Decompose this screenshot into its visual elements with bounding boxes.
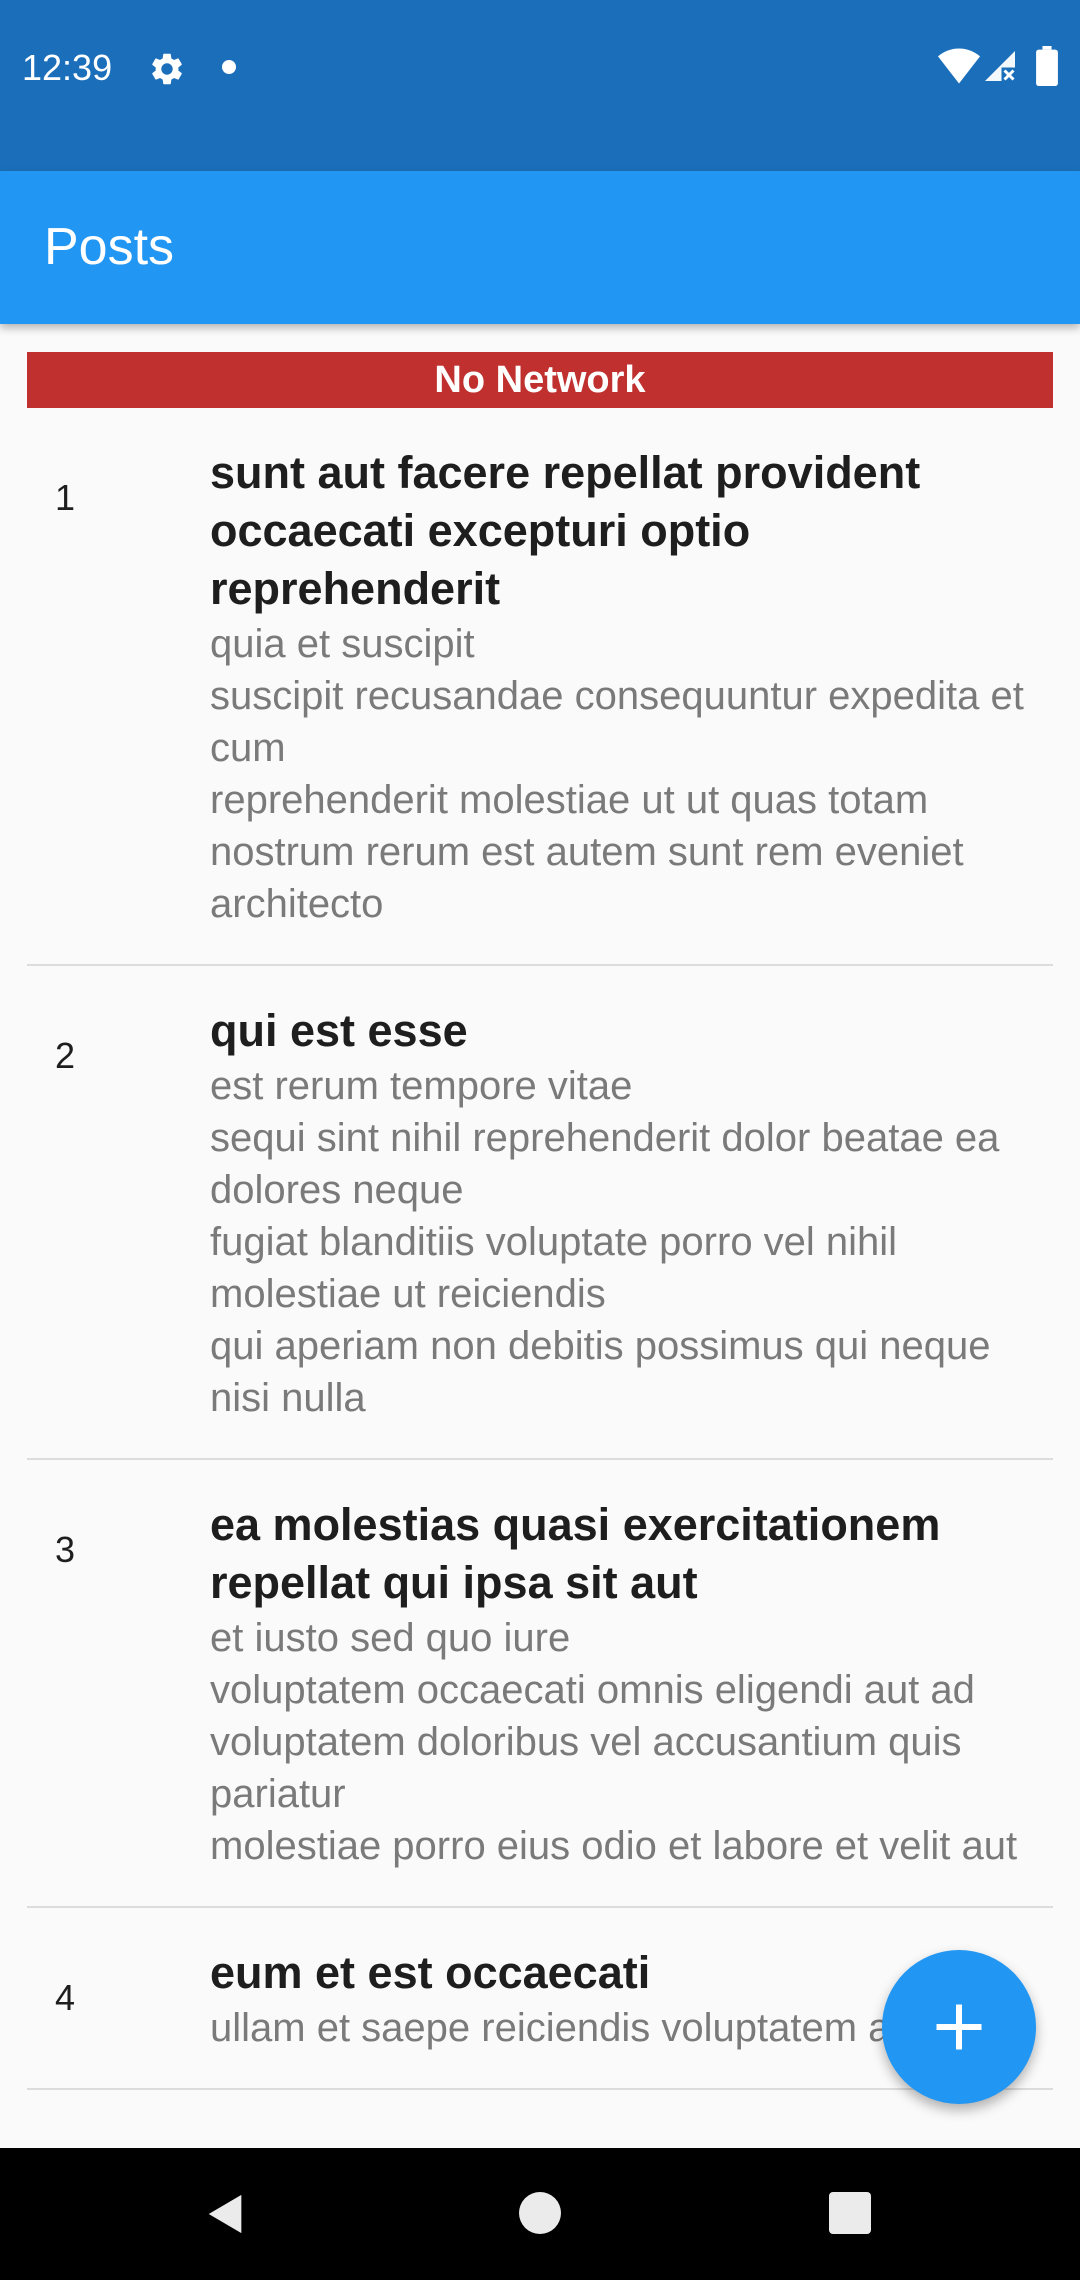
add-post-button[interactable] [882, 1950, 1036, 2104]
post-id: 1 [55, 477, 76, 518]
post-text: sunt aut facere repellat provident occae… [210, 444, 1040, 930]
post-body: quia et suscipit suscipit recusandae con… [210, 622, 1024, 926]
back-icon[interactable] [203, 2190, 249, 2238]
battery-icon [1036, 46, 1058, 86]
post-title: qui est esse [210, 1005, 468, 1056]
navigation-bar [0, 2148, 1080, 2280]
screen: 12:39 Posts No Network 1 sunt aut facere… [0, 0, 1080, 2280]
plus-icon [936, 2004, 982, 2050]
post-list-item[interactable]: 2 qui est esse est rerum tempore vitae s… [27, 966, 1053, 1460]
post-id: 2 [55, 1035, 76, 1076]
post-text: ea molestias quasi exercitationem repell… [210, 1496, 1040, 1872]
recents-icon[interactable] [829, 2192, 871, 2234]
post-title: sunt aut facere repellat provident occae… [210, 447, 921, 614]
post-body: et iusto sed quo iure voluptatem occaeca… [210, 1616, 1018, 1868]
status-bar: 12:39 [0, 0, 1080, 171]
gear-icon [152, 53, 182, 85]
status-time: 12:39 [22, 47, 113, 88]
no-network-banner: No Network [27, 352, 1053, 408]
page-title: Posts [44, 218, 175, 276]
post-title: ea molestias quasi exercitationem repell… [210, 1499, 941, 1608]
posts-content[interactable]: No Network 1 sunt aut facere repellat pr… [0, 324, 1080, 2148]
notification-dot-icon [222, 60, 236, 74]
home-icon[interactable] [519, 2192, 561, 2234]
post-body: est rerum tempore vitae sequi sint nihil… [210, 1064, 1000, 1420]
post-list-item[interactable]: 1 sunt aut facere repellat provident occ… [27, 408, 1053, 966]
post-text: qui est esse est rerum tempore vitae seq… [210, 1002, 1040, 1424]
post-id: 3 [55, 1529, 76, 1570]
post-list-item[interactable]: 3 ea molestias quasi exercitationem repe… [27, 1460, 1053, 1908]
signal-icon [985, 51, 1015, 81]
wifi-icon [938, 48, 980, 84]
post-id: 4 [55, 1977, 76, 2018]
app-bar: Posts [0, 171, 1080, 324]
post-list[interactable]: 1 sunt aut facere repellat provident occ… [27, 408, 1053, 2090]
